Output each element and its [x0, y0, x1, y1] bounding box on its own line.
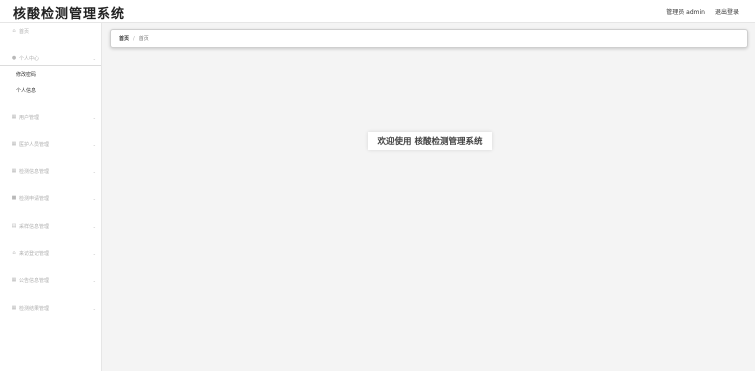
- document-icon: ▤: [11, 223, 17, 229]
- chevron-down-icon: ⌄: [92, 55, 96, 61]
- sidebar-item-label: 公告信息管理: [19, 277, 50, 284]
- sidebar-item-announcements[interactable]: ▦ 公告信息管理 ⌄: [0, 273, 101, 287]
- header-actions: 管理员 admin 退出登录: [666, 7, 739, 16]
- logout-button[interactable]: 退出登录: [715, 7, 739, 16]
- sidebar-item-label: 来访登记管理: [19, 250, 50, 257]
- chevron-down-icon: ⌄: [92, 141, 96, 147]
- sidebar-item-test-info[interactable]: ▦ 检测信息管理 ⌄: [0, 164, 101, 178]
- grid-icon: ▦: [11, 305, 17, 311]
- user-account-label[interactable]: 管理员 admin: [666, 7, 705, 16]
- chevron-down-icon: ⌄: [92, 114, 96, 120]
- top-header: 核酸检测管理系统 管理员 admin 退出登录: [0, 0, 755, 23]
- grid-icon: ▦: [11, 114, 17, 120]
- sidebar-item-label: 个人中心: [19, 55, 40, 62]
- breadcrumb-home-link[interactable]: 首页: [119, 35, 129, 42]
- sidebar-item-label: 用户管理: [19, 114, 40, 121]
- personal-center-submenu: 修改密码 个人信息: [0, 65, 101, 98]
- chevron-down-icon: ⌄: [92, 250, 96, 256]
- welcome-message: 欢迎使用 核酸检测管理系统: [368, 132, 492, 150]
- sidebar-item-visitor-registration[interactable]: ⌂ 来访登记管理 ⌄: [0, 246, 101, 260]
- sidebar-item-label: 首页: [19, 28, 30, 35]
- sidebar-item-label: 医护人员管理: [19, 141, 50, 148]
- sidebar-item-label: 检测结果管理: [19, 305, 50, 312]
- sidebar-item-test-results[interactable]: ▦ 检测结果管理 ⌄: [0, 301, 101, 315]
- home-icon: ⌂: [12, 250, 16, 256]
- sidebar-item-test-application[interactable]: ■ 检测申请管理 ⌄: [0, 191, 101, 205]
- sidebar: ⌂ 首页 ● 个人中心 ⌄ 修改密码 个人信息 ▦ 用户管理 ⌄ ▦ 医护人员管…: [0, 23, 102, 371]
- chevron-down-icon: ⌄: [92, 223, 96, 229]
- user-icon: ●: [11, 55, 17, 61]
- sidebar-item-sampling-info[interactable]: ▤ 采样信息管理 ⌄: [0, 219, 101, 233]
- sidebar-item-label: 采样信息管理: [19, 223, 50, 230]
- chevron-down-icon: ⌄: [92, 168, 96, 174]
- sidebar-item-personal-center[interactable]: ● 个人中心 ⌄: [0, 51, 101, 65]
- chat-icon: ■: [11, 195, 17, 201]
- app-title: 核酸检测管理系统: [13, 7, 126, 22]
- sidebar-item-medical-staff[interactable]: ▦ 医护人员管理 ⌄: [0, 137, 101, 151]
- submenu-item-change-password[interactable]: 修改密码: [0, 66, 101, 82]
- sidebar-item-label: 检测申请管理: [19, 195, 50, 202]
- grid-icon: ▦: [11, 277, 17, 283]
- home-icon: ⌂: [12, 28, 16, 34]
- breadcrumb-separator: /: [133, 35, 135, 42]
- breadcrumb: 首页 / 首页: [110, 29, 748, 48]
- chevron-down-icon: ⌄: [92, 305, 96, 311]
- chevron-down-icon: ⌄: [92, 195, 96, 201]
- grid-icon: ▦: [11, 168, 17, 174]
- submenu-item-personal-info[interactable]: 个人信息: [0, 82, 101, 98]
- sidebar-item-home[interactable]: ⌂ 首页: [0, 24, 101, 38]
- breadcrumb-current: 首页: [138, 36, 149, 42]
- sidebar-item-user-management[interactable]: ▦ 用户管理 ⌄: [0, 110, 101, 124]
- chevron-down-icon: ⌄: [92, 277, 96, 283]
- sidebar-item-label: 检测信息管理: [19, 168, 50, 175]
- grid-icon: ▦: [11, 141, 17, 147]
